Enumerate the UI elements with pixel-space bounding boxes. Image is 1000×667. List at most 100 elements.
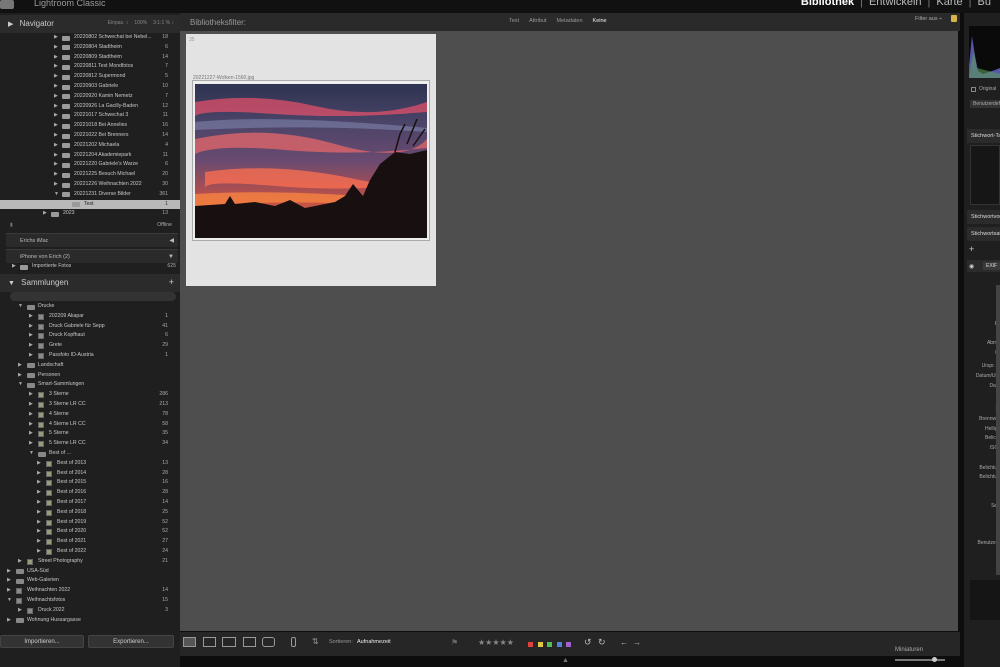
sunset-clouds-photo[interactable] [195,84,427,238]
zoom-option[interactable]: 3:1:1 % ↕ [153,20,174,26]
collection-row[interactable]: ▶ 3 Sterne LR CC 213 [0,400,180,410]
expand-triangle-icon[interactable]: ▶ [54,111,58,121]
folder-row[interactable]: ▶ 20220802 Schwechat bei Nebel... 18 [0,33,180,43]
right-panel-scrollbar[interactable] [996,285,1000,575]
expand-triangle-icon[interactable]: ▶ [29,322,33,332]
collection-row[interactable]: ▶ Best of 2013 13 [0,459,180,469]
expand-triangle-icon[interactable]: ▶ [7,567,11,577]
expand-triangle-icon[interactable]: ▶ [54,62,58,72]
expand-triangle-icon[interactable]: ▶ [29,429,33,439]
expand-triangle-icon[interactable]: ▶ [54,53,58,63]
expand-triangle-icon[interactable]: ▶ [29,420,33,430]
collection-row[interactable]: ▶ Best of 2019 52 [0,518,180,528]
folder-row[interactable]: ▶ 20221202 Michaela 4 [0,141,180,151]
collection-row[interactable]: ▼ Smart-Sammlungen [0,380,180,390]
zoom-option[interactable]: 100% [134,20,147,26]
rotate-left-icon[interactable]: ↺ [584,637,592,648]
color-label-swatch[interactable] [547,642,552,647]
folder-row[interactable]: ▶ 20221225 Besuch Michael 20 [0,170,180,180]
expand-triangle-icon[interactable]: ▶ [29,439,33,449]
collection-row[interactable]: ▼ Best of ... [0,449,180,459]
loupe-view-icon[interactable] [203,637,216,647]
collection-row[interactable]: ▶ Grete 29 [0,341,180,351]
survey-view-icon[interactable] [243,637,256,647]
color-label-swatch[interactable] [566,642,571,647]
folder-row[interactable]: ▶ 20221018 Bei Annelies 16 [0,121,180,131]
color-label-swatch[interactable] [556,642,562,647]
star-rating[interactable]: ★★★★★ [478,638,514,647]
navigator-header[interactable]: ▶ Navigator Einpas. ↕ 100% 3:1:1 % ↕ [0,15,180,33]
people-view-icon[interactable] [262,637,275,647]
eye-icon[interactable]: ◉ [969,263,974,270]
collection-row[interactable]: ▶ 5 Sterne 35 [0,429,180,439]
collection-row[interactable]: ▶ Druck 2022 3 [0,606,180,616]
collection-row[interactable]: ▶ Wohnung Hussargasse [0,616,180,626]
collection-row[interactable]: ▶ Best of 2020 52 [0,527,180,537]
expand-triangle-icon[interactable]: ▶ [29,351,33,361]
user-defined-button[interactable]: Benutzerdefiniert [970,100,1000,108]
expand-triangle-icon[interactable]: ▶ [54,43,58,53]
source-iphone[interactable]: iPhone von Erich (2) ▼ [6,249,178,263]
expand-triangle-icon[interactable]: ▶ [54,92,58,102]
collapse-triangle-icon[interactable]: ▼ [54,190,59,200]
folder-row[interactable]: ▶ 20221220 Gabriele's Warze 6 [0,160,180,170]
expand-triangle-icon[interactable]: ▶ [37,488,41,498]
expand-triangle-icon[interactable]: ▶ [37,508,41,518]
thumbnail-size-slider[interactable] [895,659,945,661]
add-keyword-button[interactable]: + [969,244,974,254]
expand-triangle-icon[interactable]: ▶ [7,616,11,626]
collapse-triangle-icon[interactable]: ▼ [18,302,23,312]
filmstrip-toggle-icon[interactable]: ▲ [562,657,569,664]
folder-row[interactable]: ▶ 20220811 Test Mondfotos 7 [0,62,180,72]
expand-triangle-icon[interactable]: ▶ [37,478,41,488]
folder-row[interactable]: ▼ 20221231 Diverse Bilder 361 [0,190,180,200]
sort-direction-icon[interactable]: ⇅ [312,637,322,647]
expand-triangle-icon[interactable]: ▶ [54,102,58,112]
add-collection-button[interactable]: + [169,277,174,287]
folder-row[interactable]: ▶ 20221017 Schwechat 3 11 [0,111,180,121]
expand-triangle-icon[interactable]: ▶ [29,400,33,410]
expand-triangle-icon[interactable]: ▶ [29,312,33,322]
folder-row[interactable]: ▶ 20220926 La Gacilly-Baden 12 [0,102,180,112]
expand-triangle-icon[interactable]: ▶ [37,469,41,479]
filter-preset-select[interactable]: Filter aus ÷ [915,16,942,22]
expand-triangle-icon[interactable]: ▶ [54,33,58,43]
folder-row[interactable]: ▶ 2023 13 [0,209,180,219]
keyword-tags-field[interactable] [970,145,1000,205]
sort-order-select[interactable]: Aufnahmezeit [357,639,391,645]
expand-triangle-icon[interactable]: ▶ [29,410,33,420]
collection-row[interactable]: ▼ Drucke [0,302,180,312]
filter-option[interactable]: Metadaten [557,18,583,24]
expand-triangle-icon[interactable]: ▶ [37,527,41,537]
folder-row[interactable]: ▶ 20221226 Weihnachten 2022 30 [0,180,180,190]
next-arrow-icon[interactable]: → [633,638,641,647]
expand-triangle-icon[interactable]: ▶ [18,557,22,567]
original-checkbox[interactable] [971,87,976,92]
expand-triangle-icon[interactable]: ▶ [54,180,58,190]
collection-row[interactable]: ▶ Best of 2018 25 [0,508,180,518]
metadata-preset-select[interactable]: EXIF [983,262,1000,270]
collapse-triangle-icon[interactable]: ▼ [18,380,23,390]
expand-triangle-icon[interactable]: ▶ [37,459,41,469]
expand-triangle-icon[interactable]: ▶ [54,151,58,161]
collection-search-input[interactable] [10,292,176,301]
filter-option[interactable]: Keine [593,18,607,24]
folder-row[interactable]: ▶ 20220903 Gabriele 10 [0,82,180,92]
collection-row[interactable]: ▶ 5 Sterne LR CC 34 [0,439,180,449]
collection-row[interactable]: ▶ Druck Kopfhaut 6 [0,331,180,341]
collection-row[interactable]: ▶ Web-Galerien [0,576,180,586]
slider-knob[interactable] [932,657,937,662]
collection-row[interactable]: ▶ Best of 2015 16 [0,478,180,488]
zoom-option[interactable]: Einpas. ↕ [108,20,129,26]
expand-triangle-icon[interactable]: ▶ [37,498,41,508]
expand-triangle-icon[interactable]: ▶ [54,141,58,151]
collection-row[interactable]: ▶ Personen [0,371,180,381]
expand-triangle-icon[interactable]: ▶ [54,160,58,170]
collection-row[interactable]: ▶ Landschaft [0,361,180,371]
collection-row[interactable]: ▶ 3 Sterne 286 [0,390,180,400]
expand-triangle-icon[interactable]: ▶ [7,576,11,586]
collection-row[interactable]: ▶ Best of 2021 27 [0,537,180,547]
keyword-tags-header[interactable]: Stichwort-Tags [967,129,1000,143]
collection-row[interactable]: ▶ Best of 2022 24 [0,547,180,557]
folder-row[interactable]: ▶ 20220804 Stadtheim 6 [0,43,180,53]
